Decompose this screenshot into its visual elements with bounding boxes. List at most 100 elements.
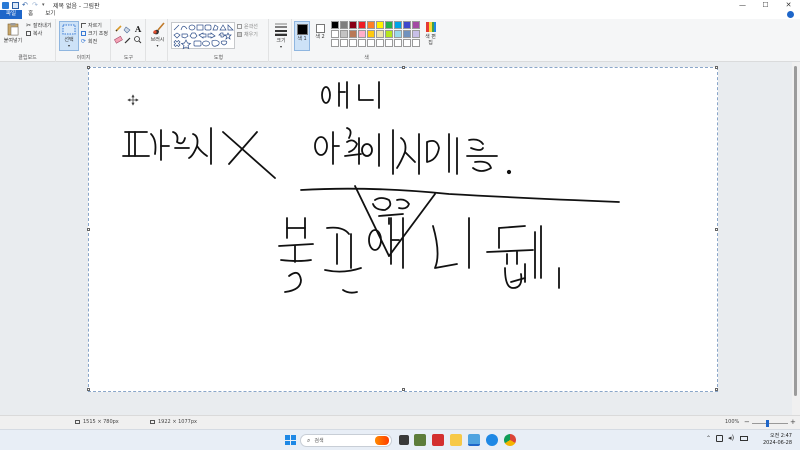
- close-button[interactable]: ✕: [777, 0, 800, 10]
- help-icon[interactable]: [787, 11, 794, 18]
- canvas-size-icon: [150, 420, 155, 424]
- vertical-scrollbar[interactable]: [792, 62, 800, 415]
- quick-access-dropdown-icon[interactable]: ▾: [42, 2, 49, 9]
- color-swatch[interactable]: [367, 21, 375, 29]
- color-swatch[interactable]: [394, 39, 402, 47]
- color-swatch[interactable]: [349, 30, 357, 38]
- resize-handle-middle-left[interactable]: [87, 228, 90, 231]
- undo-icon[interactable]: ↶: [22, 1, 29, 9]
- taskbar-search[interactable]: ⌕ 검색: [300, 434, 392, 447]
- color-swatch[interactable]: [376, 39, 384, 47]
- color-swatch[interactable]: [376, 21, 384, 29]
- shape-gallery[interactable]: [171, 22, 235, 50]
- color-swatch[interactable]: [358, 21, 366, 29]
- app-icon-paint[interactable]: [468, 434, 480, 446]
- volume-icon[interactable]: ◂): [728, 434, 734, 442]
- tab-file[interactable]: 파일: [0, 10, 23, 19]
- color2-swatch: [315, 24, 325, 33]
- color-swatch[interactable]: [403, 39, 411, 47]
- resize-handle-top-left[interactable]: [87, 66, 90, 69]
- resize-handle-top-center[interactable]: [402, 66, 405, 69]
- maximize-button[interactable]: ☐: [754, 0, 777, 10]
- color-swatch[interactable]: [385, 39, 393, 47]
- windows-start-icon[interactable]: [284, 434, 296, 446]
- tab-home[interactable]: 홈: [22, 10, 39, 19]
- eraser-icon[interactable]: [114, 35, 123, 44]
- color-swatch[interactable]: [394, 21, 402, 29]
- svg-text:A: A: [134, 24, 142, 34]
- fill-button[interactable]: 채우기: [237, 31, 258, 38]
- crop-button[interactable]: 자르기: [81, 22, 102, 29]
- color-swatch[interactable]: [385, 21, 393, 29]
- paste-button[interactable]: 붙여넣기: [3, 22, 23, 44]
- color1-button[interactable]: 색 1: [294, 21, 310, 51]
- color-swatch[interactable]: [385, 30, 393, 38]
- drawing-canvas[interactable]: [87, 66, 718, 392]
- resize-handle-top-right[interactable]: [715, 66, 718, 69]
- resize-handle-bottom-right[interactable]: [715, 388, 718, 391]
- rotate-button[interactable]: ⟳ 회전: [81, 38, 97, 45]
- resize-handle-middle-right[interactable]: [715, 228, 718, 231]
- color-swatch[interactable]: [340, 39, 348, 47]
- size-dropdown-icon[interactable]: ▾: [280, 44, 282, 49]
- select-button[interactable]: 선택 ▾: [59, 21, 79, 51]
- color-picker-icon[interactable]: [124, 37, 131, 44]
- cut-button[interactable]: ✂ 잘라내기: [26, 22, 51, 29]
- brush-dropdown-icon[interactable]: ▾: [156, 43, 158, 48]
- resize-handle-bottom-left[interactable]: [87, 388, 90, 391]
- zoom-slider-thumb[interactable]: [766, 420, 769, 427]
- app-icon-edge[interactable]: [486, 434, 498, 446]
- color-swatch[interactable]: [340, 30, 348, 38]
- zoom-slider[interactable]: [752, 420, 788, 427]
- ribbon: 붙여넣기 ✂ 잘라내기 복사 클립보드 선택 ▾ 자르기 크기 조정 ⟳ 회전 …: [0, 19, 800, 62]
- app-icon-chrome[interactable]: [504, 434, 516, 446]
- color-swatch[interactable]: [367, 39, 375, 47]
- color-swatch[interactable]: [331, 21, 339, 29]
- color-swatch[interactable]: [403, 21, 411, 29]
- zoom-out-button[interactable]: −: [744, 418, 750, 426]
- color-swatch[interactable]: [331, 30, 339, 38]
- color2-button[interactable]: 색 2: [312, 21, 328, 40]
- outline-button[interactable]: 윤곽선: [237, 23, 258, 30]
- tray-chevron-icon[interactable]: ⌃: [706, 435, 711, 442]
- copy-button[interactable]: 복사: [26, 30, 42, 37]
- color-swatch[interactable]: [349, 39, 357, 47]
- edit-colors-button[interactable]: 색 편집: [423, 21, 438, 46]
- taskbar-clock[interactable]: 오전 2:47 2024-06-28: [763, 433, 792, 447]
- color-swatch[interactable]: [412, 30, 420, 38]
- color-swatch[interactable]: [376, 30, 384, 38]
- app-icon-pdf[interactable]: [432, 434, 444, 446]
- color-swatch[interactable]: [358, 30, 366, 38]
- task-view-icon[interactable]: [399, 435, 409, 445]
- color-swatch[interactable]: [367, 30, 375, 38]
- color-swatch[interactable]: [403, 30, 411, 38]
- tab-view[interactable]: 보기: [39, 10, 61, 19]
- redo-icon[interactable]: ↷: [32, 1, 39, 9]
- brush-button[interactable]: 브러시 ▾: [148, 22, 167, 48]
- color-swatch[interactable]: [394, 30, 402, 38]
- network-icon[interactable]: [716, 435, 723, 442]
- pencil-icon[interactable]: [115, 25, 122, 32]
- zoom-in-button[interactable]: +: [790, 418, 796, 426]
- save-icon[interactable]: [12, 1, 19, 9]
- app-icon-file-explorer[interactable]: [450, 434, 462, 446]
- color-swatch[interactable]: [340, 21, 348, 29]
- color-swatch[interactable]: [358, 39, 366, 47]
- color-swatch[interactable]: [412, 21, 420, 29]
- stroke-phrase-bottom: [278, 217, 560, 294]
- fill-bucket-icon[interactable]: [123, 26, 131, 34]
- zoom-level: 100%: [725, 419, 740, 425]
- battery-icon[interactable]: [740, 436, 748, 441]
- scrollbar-thumb[interactable]: [794, 66, 797, 396]
- color-swatch[interactable]: [412, 39, 420, 47]
- resize-button[interactable]: 크기 조정: [81, 30, 108, 37]
- select-dropdown-icon[interactable]: ▾: [68, 43, 70, 48]
- app-icon-minecraft[interactable]: [414, 434, 426, 446]
- resize-handle-bottom-center[interactable]: [402, 388, 405, 391]
- size-button[interactable]: 크기 ▾: [272, 22, 290, 49]
- color-swatch[interactable]: [331, 39, 339, 47]
- color-swatch[interactable]: [349, 21, 357, 29]
- text-icon[interactable]: A: [134, 24, 142, 34]
- magnifier-icon[interactable]: [134, 36, 142, 44]
- minimize-button[interactable]: —: [731, 0, 754, 10]
